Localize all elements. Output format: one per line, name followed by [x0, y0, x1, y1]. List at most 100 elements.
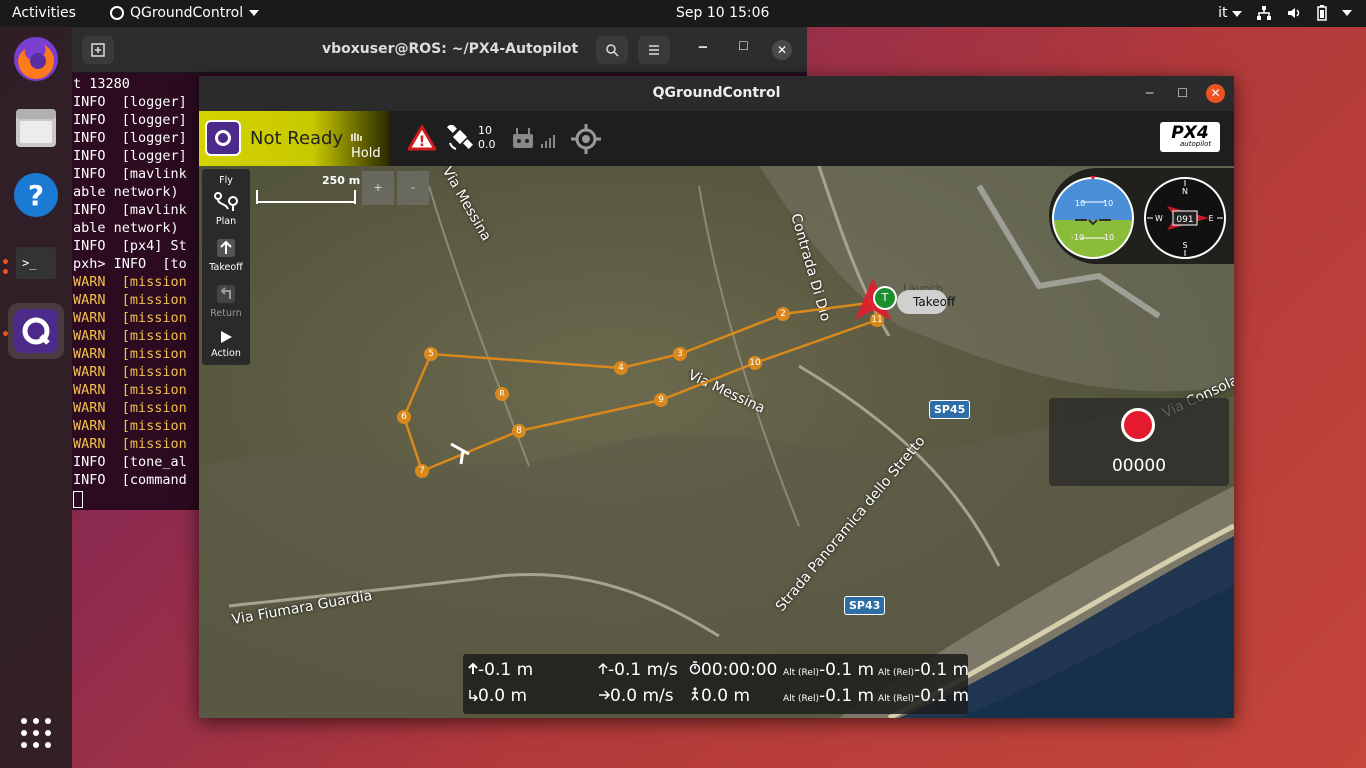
telemetry-vertical-speed: -0.1 m/s	[598, 660, 678, 680]
battery-icon	[1317, 5, 1327, 21]
qgc-titlebar: QGroundControl ‒ ☐ ✕	[199, 76, 1234, 111]
action-icon	[221, 331, 232, 343]
flight-mode-icon	[351, 133, 362, 141]
waypoint-marker[interactable]: 7	[415, 464, 429, 478]
takeoff-label-pill: Takeoff	[897, 290, 955, 314]
maximize-button[interactable]: ☐	[738, 39, 749, 53]
hamburger-icon	[649, 45, 659, 55]
new-tab-icon	[91, 43, 105, 57]
waypoint-marker[interactable]: 5	[424, 347, 438, 361]
arrow-up-icon	[468, 662, 478, 674]
search-icon	[606, 44, 619, 57]
app-grid-icon[interactable]	[20, 717, 52, 749]
takeoff-marker[interactable]: T	[873, 286, 897, 310]
gps-readout: 10 0.0	[478, 124, 496, 152]
attitude-pitch-label: -10	[1071, 233, 1084, 242]
dock-files[interactable]	[8, 99, 64, 155]
tool-plan[interactable]: Plan	[202, 191, 250, 227]
px4-logo: PX4 autopilot	[1160, 122, 1220, 152]
minimize-button[interactable]: ‒	[698, 39, 708, 55]
waypoint-marker[interactable]: 4	[614, 361, 628, 375]
close-button[interactable]: ✕	[772, 40, 792, 60]
telemetry-alt-rel-label: Alt (Rel)	[783, 694, 819, 704]
new-tab-button[interactable]	[82, 36, 114, 64]
plan-icon	[214, 192, 238, 211]
language-indicator[interactable]: it	[1218, 5, 1242, 21]
tool-takeoff-label: Takeoff	[209, 262, 243, 273]
app-menu[interactable]: QGroundControl	[110, 5, 260, 21]
waypoint-marker[interactable]: 10	[748, 356, 762, 370]
rally-point[interactable]: R	[495, 387, 509, 401]
map-scale-label: 250 m	[322, 174, 361, 187]
qgc-menu-button[interactable]	[205, 120, 241, 156]
tool-return[interactable]: Return	[202, 283, 250, 319]
svg-text:?: ?	[28, 179, 44, 212]
telemetry-hspeed-value: 0.0 m/s	[610, 686, 674, 706]
telemetry-distance: 0.0 m	[468, 686, 527, 706]
compass-heading: 091	[1176, 215, 1193, 225]
app-menu-label: QGroundControl	[130, 5, 244, 21]
zoom-out-button[interactable]: -	[397, 171, 429, 205]
search-button[interactable]	[596, 36, 628, 64]
telemetry-home-distance-value: 0.0 m	[701, 686, 750, 706]
menu-button[interactable]	[638, 36, 670, 64]
clock[interactable]: Sep 10 15:06	[676, 5, 769, 21]
instrument-panel[interactable]: 10 10 -10 -10 N E S W 091	[1049, 168, 1234, 264]
waypoint-marker[interactable]: 8	[512, 424, 526, 438]
stopwatch-icon	[689, 661, 701, 675]
dock-terminal[interactable]: >_	[8, 235, 64, 291]
attitude-pitch-label: -10	[1101, 233, 1114, 242]
telemetry-horizontal-speed: 0.0 m/s	[598, 686, 674, 706]
telemetry-alt-rel: Alt (Rel)-0.1 m	[878, 660, 969, 680]
maximize-button[interactable]: ☐	[1177, 76, 1188, 111]
chevron-down-icon	[1342, 10, 1352, 16]
tool-plan-label: Plan	[215, 216, 237, 227]
px4-logo-subtext: autopilot	[1180, 140, 1212, 148]
zoom-in-button[interactable]: +	[362, 171, 394, 205]
svg-text:>_: >_	[22, 256, 37, 270]
activities-button[interactable]: Activities	[12, 5, 76, 21]
flight-mode[interactable]: Hold	[351, 131, 389, 161]
telemetry-vspeed-value: -0.1 m/s	[608, 660, 678, 680]
dock: ? >_	[0, 27, 72, 768]
minimize-button[interactable]: ‒	[1145, 76, 1154, 111]
dock-qgroundcontrol[interactable]	[8, 303, 64, 359]
dock-help[interactable]: ?	[8, 167, 64, 223]
gps-hdop: 0.0	[478, 138, 496, 151]
help-icon: ?	[14, 173, 58, 217]
tool-action[interactable]: Action	[202, 329, 250, 359]
qgc-window[interactable]: QGroundControl ‒ ☐ ✕ Not Ready Hold ! 10…	[199, 76, 1234, 718]
tool-fly-label: Fly	[219, 175, 233, 186]
dock-firefox[interactable]	[8, 31, 64, 87]
close-button[interactable]: ✕	[1206, 84, 1225, 103]
tool-fly[interactable]: Fly	[202, 175, 250, 186]
gps-satellite-count: 10	[478, 124, 492, 137]
waypoint-marker[interactable]: 2	[776, 307, 790, 321]
tool-return-label: Return	[210, 308, 242, 319]
terminal-cursor	[73, 491, 83, 508]
terminal-title: vboxuser@ROS: ~/PX4-Autopilot	[322, 41, 579, 57]
waypoint-marker[interactable]: 9	[654, 393, 668, 407]
warning-icon[interactable]: !	[408, 125, 436, 151]
compass-west: W	[1155, 214, 1163, 223]
vehicle-status[interactable]: Not Ready Hold	[199, 111, 389, 166]
tool-action-label: Action	[211, 348, 241, 359]
map-view[interactable]: Via Messina Via Messina Contrada Di Dio …	[199, 166, 1234, 718]
chevron-down-icon	[1232, 11, 1242, 17]
telemetry-alt-rel: Alt (Rel)-0.1 m	[783, 660, 874, 680]
gps-icon[interactable]	[446, 125, 474, 151]
waypoint-marker[interactable]: 3	[673, 347, 687, 361]
telemetry-panel[interactable]: -0.1 m 0.0 m -0.1 m/s 0.0 m/s 00:00:00 0…	[463, 654, 969, 714]
compass-east: E	[1208, 214, 1213, 223]
telemetry-target-icon[interactable]	[571, 124, 601, 154]
system-tray[interactable]: it	[1218, 5, 1352, 21]
turn-arrow-icon	[469, 690, 479, 702]
attitude-compass-widgets: 10 10 -10 -10 N E S W 091	[1052, 176, 1226, 259]
rc-rssi-icon[interactable]	[511, 126, 561, 150]
record-button[interactable]	[1121, 408, 1155, 442]
waypoint-marker[interactable]: 6	[397, 410, 411, 424]
arrow-up-icon	[598, 662, 608, 674]
tool-strip: Fly Plan Takeoff Return Action	[202, 169, 250, 365]
tool-takeoff[interactable]: Takeoff	[202, 237, 250, 273]
telemetry-alt-rel-value: -0.1 m	[818, 686, 875, 706]
